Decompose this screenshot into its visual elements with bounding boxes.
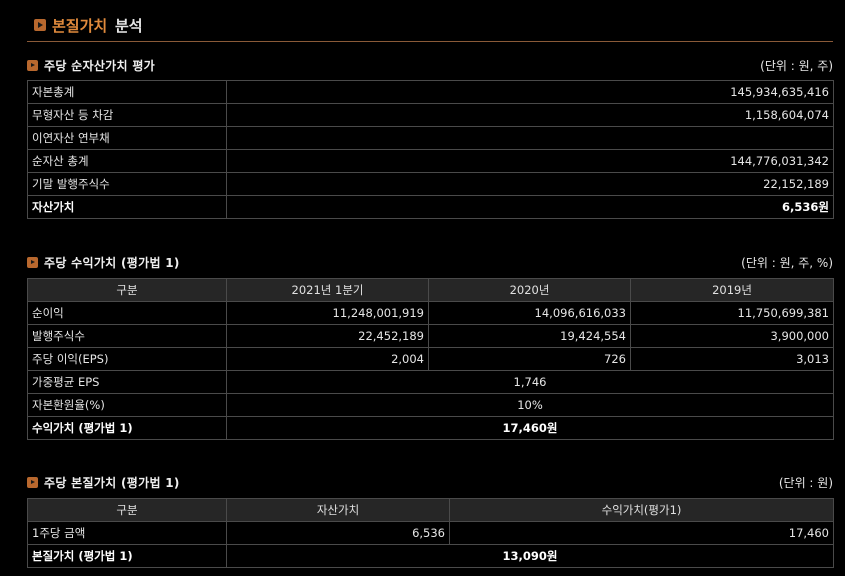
asset-value-total-row: 자산가치 6,536원	[27, 195, 834, 219]
column-header: 수익가치(평가1)	[449, 498, 834, 522]
page-title: 본질가치 분석	[27, 8, 833, 42]
cell-value: 11,248,001,919	[226, 301, 429, 325]
total-value: 17,460원	[226, 416, 834, 440]
intrinsic-value-total-row: 본질가치 (평가법 1) 13,090원	[27, 544, 834, 568]
row-label: 무형자산 등 차감	[27, 103, 227, 127]
cell-value: 19,424,554	[428, 324, 631, 348]
row-label: 1주당 금액	[27, 521, 227, 545]
page: 본질가치 분석 주당 순자산가치 평가 (단위 : 원, 주) 자본총계 145…	[0, 0, 845, 576]
weighted-eps-value: 1,746	[226, 370, 834, 394]
cell-value: 726	[428, 347, 631, 371]
earnings-value-total-row: 수익가치 (평가법 1) 17,460원	[27, 416, 834, 440]
column-header: 구분	[27, 498, 227, 522]
row-label: 순자산 총계	[27, 149, 227, 173]
table-row: 자본총계 145,934,635,416	[27, 80, 834, 104]
table-row: 순이익 11,248,001,919 14,096,616,033 11,750…	[27, 301, 834, 325]
total-value: 13,090원	[226, 544, 834, 568]
cell-value: 14,096,616,033	[428, 301, 631, 325]
intrinsic-unit: (단위 : 원)	[778, 476, 833, 490]
net-asset-table: 자본총계 145,934,635,416 무형자산 등 차감 1,158,604…	[27, 80, 834, 219]
earnings-value-cell: 17,460	[449, 521, 834, 545]
earnings-unit: (단위 : 원, 주, %)	[741, 256, 833, 270]
intrinsic-table: 구분 자산가치 수익가치(평가1) 1주당 금액 6,536 17,460 본질…	[27, 498, 834, 568]
row-label: 자본총계	[27, 80, 227, 104]
cell-value: 22,452,189	[226, 324, 429, 348]
table-row: 자본환원율(%) 10%	[27, 393, 834, 417]
row-value: 1,158,604,074	[226, 103, 834, 127]
net-asset-section-header: 주당 순자산가치 평가 (단위 : 원, 주)	[27, 56, 833, 74]
row-value: 144,776,031,342	[226, 149, 834, 173]
cell-value: 11,750,699,381	[630, 301, 834, 325]
bullet-arrow-icon	[27, 60, 38, 71]
net-asset-unit: (단위 : 원, 주)	[760, 59, 833, 73]
earnings-section-header: 주당 수익가치 (평가법 1) (단위 : 원, 주, %)	[27, 253, 833, 271]
row-value: 22,152,189	[226, 172, 834, 196]
column-header: 2020년	[428, 278, 631, 302]
cell-value: 3,900,000	[630, 324, 834, 348]
page-title-accent: 본질가치	[52, 17, 108, 35]
total-label: 자산가치	[27, 195, 227, 219]
net-asset-section-title: 주당 순자산가치 평가	[44, 59, 156, 73]
table-header-row: 구분 2021년 1분기 2020년 2019년	[27, 278, 834, 302]
column-header: 자산가치	[226, 498, 450, 522]
row-value	[226, 126, 834, 150]
table-row: 1주당 금액 6,536 17,460	[27, 521, 834, 545]
table-row: 무형자산 등 차감 1,158,604,074	[27, 103, 834, 127]
table-row: 가중평균 EPS 1,746	[27, 370, 834, 394]
total-value: 6,536원	[226, 195, 834, 219]
total-label: 본질가치 (평가법 1)	[27, 544, 227, 568]
column-header: 2021년 1분기	[226, 278, 429, 302]
total-label: 수익가치 (평가법 1)	[27, 416, 227, 440]
earnings-section-title: 주당 수익가치 (평가법 1)	[44, 256, 180, 270]
cell-value: 2,004	[226, 347, 429, 371]
asset-value-cell: 6,536	[226, 521, 450, 545]
table-row: 순자산 총계 144,776,031,342	[27, 149, 834, 173]
cell-value: 3,013	[630, 347, 834, 371]
earnings-table: 구분 2021년 1분기 2020년 2019년 순이익 11,248,001,…	[27, 278, 834, 440]
row-label: 가중평균 EPS	[27, 370, 227, 394]
table-row: 주당 이익(EPS) 2,004 726 3,013	[27, 347, 834, 371]
row-label: 이연자산 연부채	[27, 126, 227, 150]
table-row: 발행주식수 22,452,189 19,424,554 3,900,000	[27, 324, 834, 348]
bullet-arrow-icon	[27, 257, 38, 268]
column-header: 2019년	[630, 278, 834, 302]
row-value: 145,934,635,416	[226, 80, 834, 104]
row-label: 발행주식수	[27, 324, 227, 348]
table-row: 이연자산 연부채	[27, 126, 834, 150]
intrinsic-section-header: 주당 본질가치 (평가법 1) (단위 : 원)	[27, 473, 833, 491]
table-row: 기말 발행주식수 22,152,189	[27, 172, 834, 196]
bullet-arrow-icon	[27, 477, 38, 488]
column-header: 구분	[27, 278, 227, 302]
row-label: 자본환원율(%)	[27, 393, 227, 417]
cap-rate-value: 10%	[226, 393, 834, 417]
intrinsic-section-title: 주당 본질가치 (평가법 1)	[44, 476, 180, 490]
table-header-row: 구분 자산가치 수익가치(평가1)	[27, 498, 834, 522]
bullet-arrow-icon	[34, 19, 46, 31]
row-label: 주당 이익(EPS)	[27, 347, 227, 371]
row-label: 기말 발행주식수	[27, 172, 227, 196]
row-label: 순이익	[27, 301, 227, 325]
page-title-rest: 분석	[115, 17, 143, 35]
